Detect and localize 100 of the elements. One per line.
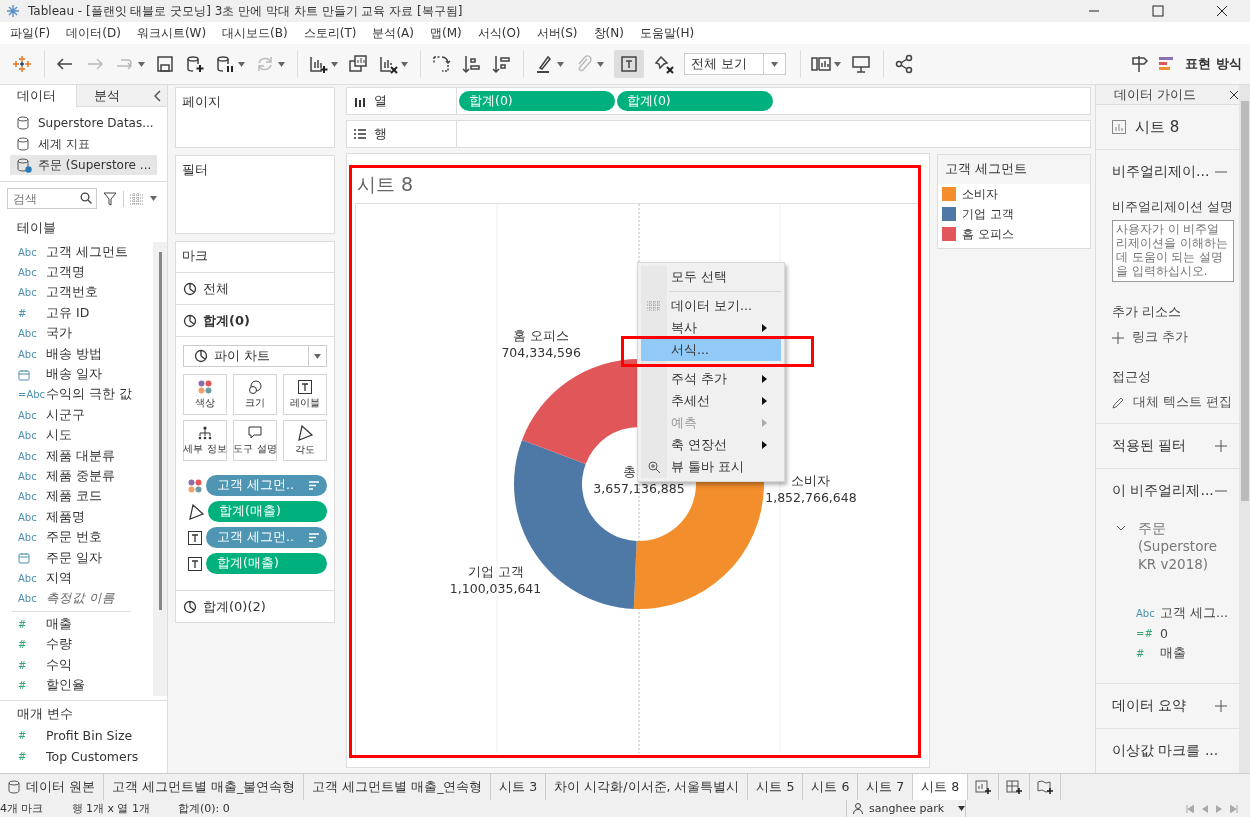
field-item[interactable]: # 고유 ID	[0, 303, 153, 324]
pause-datasource-icon[interactable]	[215, 54, 235, 74]
signpost-icon[interactable]	[1129, 54, 1150, 74]
filter-icon[interactable]	[103, 191, 117, 206]
color-button[interactable]: 색상	[183, 374, 227, 415]
caret-icon[interactable]	[958, 806, 965, 811]
caret-icon[interactable]	[150, 196, 157, 201]
field-item[interactable]: Abc 고객번호	[0, 282, 153, 304]
detail-button[interactable]: 세부 정보	[183, 420, 227, 461]
field-item[interactable]: Abc 제품명	[0, 507, 153, 528]
unpin-icon[interactable]	[654, 54, 674, 74]
sort-descending-icon[interactable]	[491, 54, 511, 74]
caret-icon[interactable]	[238, 61, 245, 67]
menu-item[interactable]: 대시보드(B)	[214, 24, 296, 42]
caret-icon[interactable]	[138, 61, 145, 67]
field-item[interactable]: Abc 지역	[0, 568, 153, 589]
field-item[interactable]: # 수량	[0, 634, 153, 655]
menu-item[interactable]: 워크시트(W)	[128, 24, 215, 42]
description-field[interactable]: 사용자가 이 비주얼리제이션을 이해하는 데 도움이 되는 설명을 입력하십시오.	[1112, 220, 1234, 282]
field-item[interactable]: Abc 주문 번호	[0, 527, 153, 548]
maximize-icon[interactable]	[1152, 5, 1164, 17]
label-button[interactable]: 레이블	[283, 374, 327, 415]
field-item[interactable]: # 매출	[0, 614, 153, 635]
field-item[interactable]: # Top Customers	[0, 746, 167, 767]
field-item[interactable]: 주문 일자	[0, 547, 153, 569]
caret-icon[interactable]	[278, 61, 285, 67]
sort-ascending-icon[interactable]	[461, 54, 481, 74]
logo-icon[interactable]	[12, 54, 32, 74]
close-icon[interactable]	[1216, 5, 1228, 17]
scrollbar[interactable]	[158, 252, 162, 610]
field-item[interactable]: # Profit Bin Size	[0, 725, 167, 746]
close-icon[interactable]	[1229, 89, 1239, 100]
field-item[interactable]: Abc 고객 세그먼트	[0, 242, 153, 263]
menu-item[interactable]: 스토리(T)	[295, 24, 365, 42]
menu-item[interactable]: 서식(O)	[469, 24, 529, 42]
scrollbar[interactable]	[1240, 101, 1249, 501]
menu-item[interactable]: 축 연장선	[641, 434, 781, 456]
search-field[interactable]: 검색	[7, 188, 97, 209]
field-item[interactable]: Abc 배송 방법	[0, 343, 153, 365]
field-item[interactable]: Abc 고객명	[0, 262, 153, 283]
marks-card-row[interactable]: 합계(0)(2)	[176, 590, 334, 622]
menu-item[interactable]: 분석(A)	[364, 24, 422, 42]
marks-card-row[interactable]: 합계(0)	[176, 304, 334, 336]
clear-sheet-icon[interactable]	[378, 54, 398, 74]
new-dashboard-icon[interactable]	[1006, 779, 1023, 795]
caret-icon[interactable]	[331, 61, 338, 67]
field-item[interactable]: Abc 제품 중분류	[0, 466, 153, 487]
menu-item[interactable]: 모두 선택	[641, 266, 781, 288]
new-worksheet-icon[interactable]	[975, 779, 992, 795]
presentation-icon[interactable]	[851, 54, 871, 74]
caret-icon[interactable]	[401, 61, 408, 67]
field-item[interactable]: Abc 국가	[0, 323, 153, 344]
field-item[interactable]: Abc 제품 코드	[0, 486, 153, 508]
caret-icon[interactable]	[597, 61, 604, 67]
caret-icon[interactable]	[557, 61, 564, 67]
mark-type-dropdown[interactable]: 파이 차트	[183, 345, 327, 367]
caret-icon[interactable]	[834, 61, 841, 67]
menu-item[interactable]: 데이터 보기...	[641, 295, 781, 317]
edit-alt-text-button[interactable]: 대체 텍스트 편집	[1112, 390, 1239, 423]
field-item[interactable]: # 할인율	[0, 675, 153, 696]
add-datasource-icon[interactable]	[185, 54, 205, 74]
menu-item[interactable]: 추세선	[641, 390, 781, 412]
caret-icon[interactable]	[771, 61, 778, 67]
highlighter-icon[interactable]	[534, 54, 554, 74]
expand-icon[interactable]	[1215, 440, 1227, 452]
menu-item[interactable]: 맵(M)	[422, 24, 470, 42]
menu-item[interactable]: 데이터(D)	[58, 24, 129, 42]
field-item[interactable]: =Abc수익의 극한 값	[0, 384, 153, 406]
sheet-tab[interactable]: 시트 8	[913, 774, 969, 800]
menu-item[interactable]: 서식...	[641, 339, 781, 361]
field-item[interactable]: Abc 측정값 이름	[0, 588, 153, 610]
datasource-item[interactable]: 세계 지표	[10, 134, 157, 154]
show-me-button[interactable]: 표현 방식	[1159, 55, 1242, 73]
save-icon[interactable]	[155, 54, 175, 74]
field-item[interactable]: Abc 시군구	[0, 405, 153, 426]
size-button[interactable]: 크기	[233, 374, 277, 415]
new-worksheet-icon[interactable]	[308, 54, 328, 74]
duplicate-icon[interactable]	[348, 54, 368, 74]
expand-icon[interactable]	[1215, 700, 1227, 712]
menu-item[interactable]: 복사	[641, 317, 781, 339]
menu-item[interactable]: 뷰 툴바 표시	[641, 456, 781, 478]
fit-dropdown[interactable]: 전체 보기	[684, 53, 786, 75]
collapse-icon[interactable]	[153, 89, 161, 102]
share-icon[interactable]	[894, 54, 914, 74]
field-item[interactable]: Abc 제품 대분류	[0, 445, 153, 467]
field-item[interactable]: Abc 시도	[0, 425, 153, 446]
search-icon[interactable]	[80, 192, 92, 204]
datasource-item[interactable]: Superstore Datas...	[10, 113, 157, 133]
add-link-button[interactable]: 링크 추가	[1112, 325, 1239, 364]
angle-button[interactable]: 각도	[283, 420, 327, 461]
field-item[interactable]: 배송 일자	[0, 364, 153, 385]
show-cards-icon[interactable]	[811, 54, 831, 74]
show-labels-icon[interactable]	[620, 55, 638, 73]
tooltip-button[interactable]: 도구 설명	[233, 420, 277, 461]
tree-item[interactable]: 주문 (Superstore KR v2018)	[1112, 519, 1239, 573]
field-item[interactable]: # 수익	[0, 654, 153, 676]
swap-icon[interactable]	[431, 54, 451, 74]
menu-item[interactable]: 창(N)	[585, 24, 632, 42]
user-menu[interactable]: sanghee park	[846, 800, 966, 817]
menu-item[interactable]: 서버(S)	[528, 24, 586, 42]
